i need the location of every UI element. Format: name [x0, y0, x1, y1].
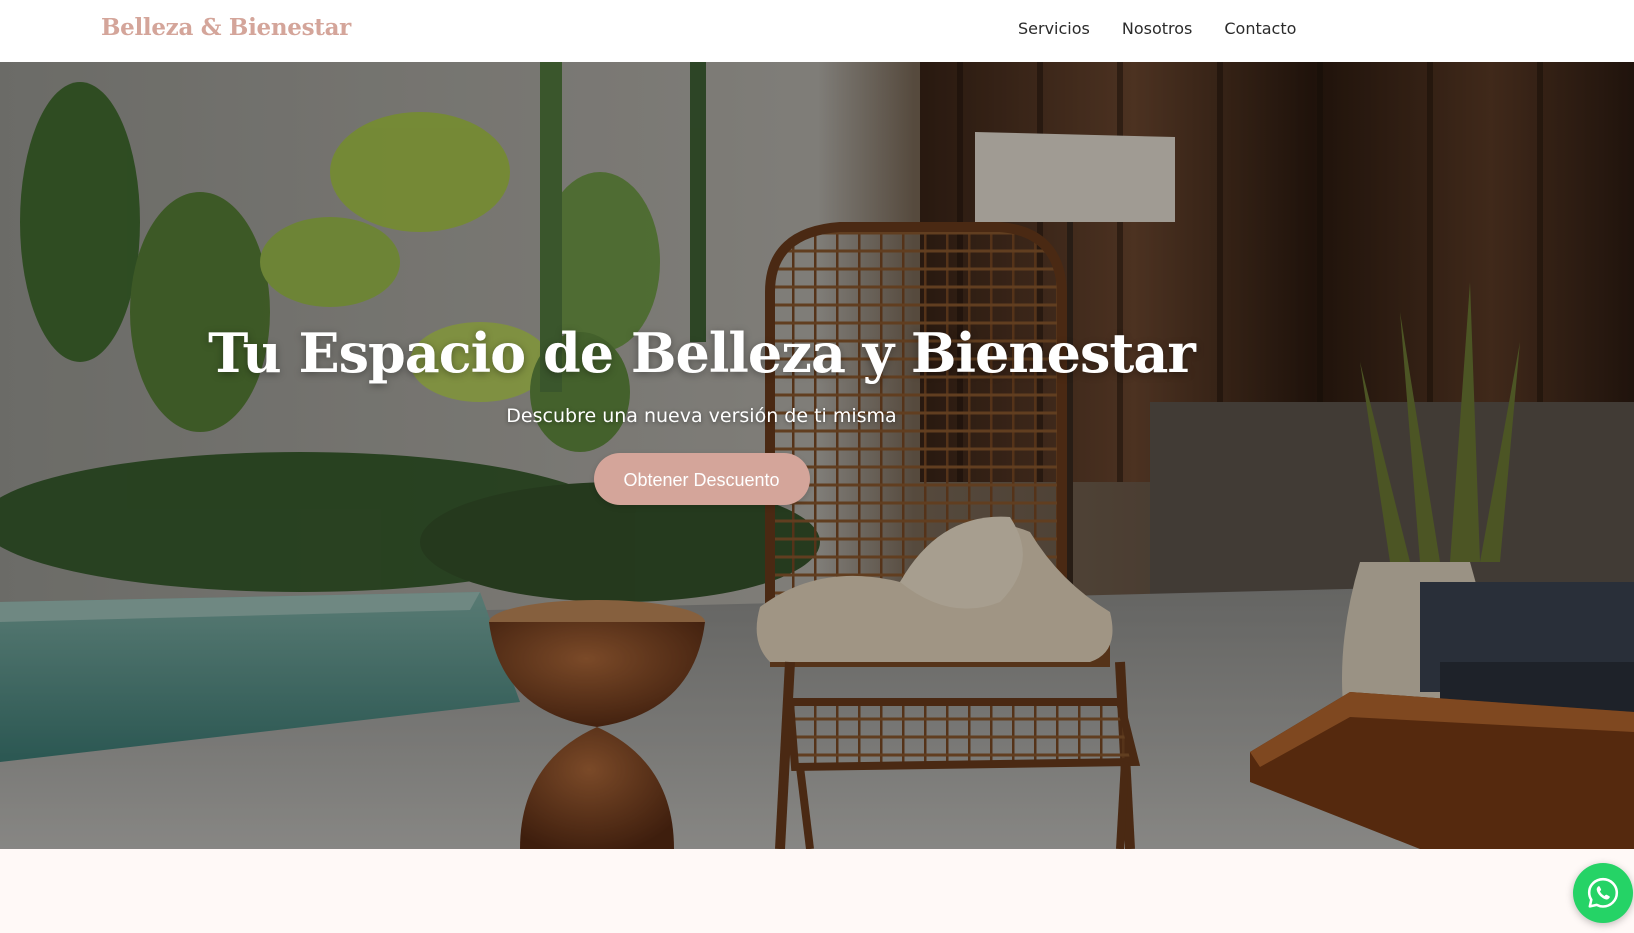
- nav-link-servicios[interactable]: Servicios: [1018, 19, 1090, 38]
- brand-logo[interactable]: Belleza & Bienestar: [101, 14, 351, 41]
- top-navbar: Belleza & Bienestar Servicios Nosotros C…: [0, 0, 1634, 62]
- nav-link-nosotros[interactable]: Nosotros: [1122, 19, 1193, 38]
- discount-cta-button[interactable]: Obtener Descuento: [593, 453, 810, 506]
- whatsapp-icon: [1587, 877, 1619, 908]
- main-nav: Servicios Nosotros Contacto: [1018, 19, 1296, 38]
- nav-link-contacto[interactable]: Contacto: [1224, 19, 1296, 38]
- whatsapp-button[interactable]: [1573, 863, 1633, 923]
- hero-content: Tu Espacio de Belleza y Bienestar Descub…: [0, 321, 1403, 506]
- next-section: [0, 849, 1634, 933]
- hero-section: Tu Espacio de Belleza y Bienestar Descub…: [0, 62, 1634, 849]
- hero-title: Tu Espacio de Belleza y Bienestar: [208, 321, 1196, 385]
- hero-subtitle: Descubre una nueva versión de ti misma: [506, 405, 897, 428]
